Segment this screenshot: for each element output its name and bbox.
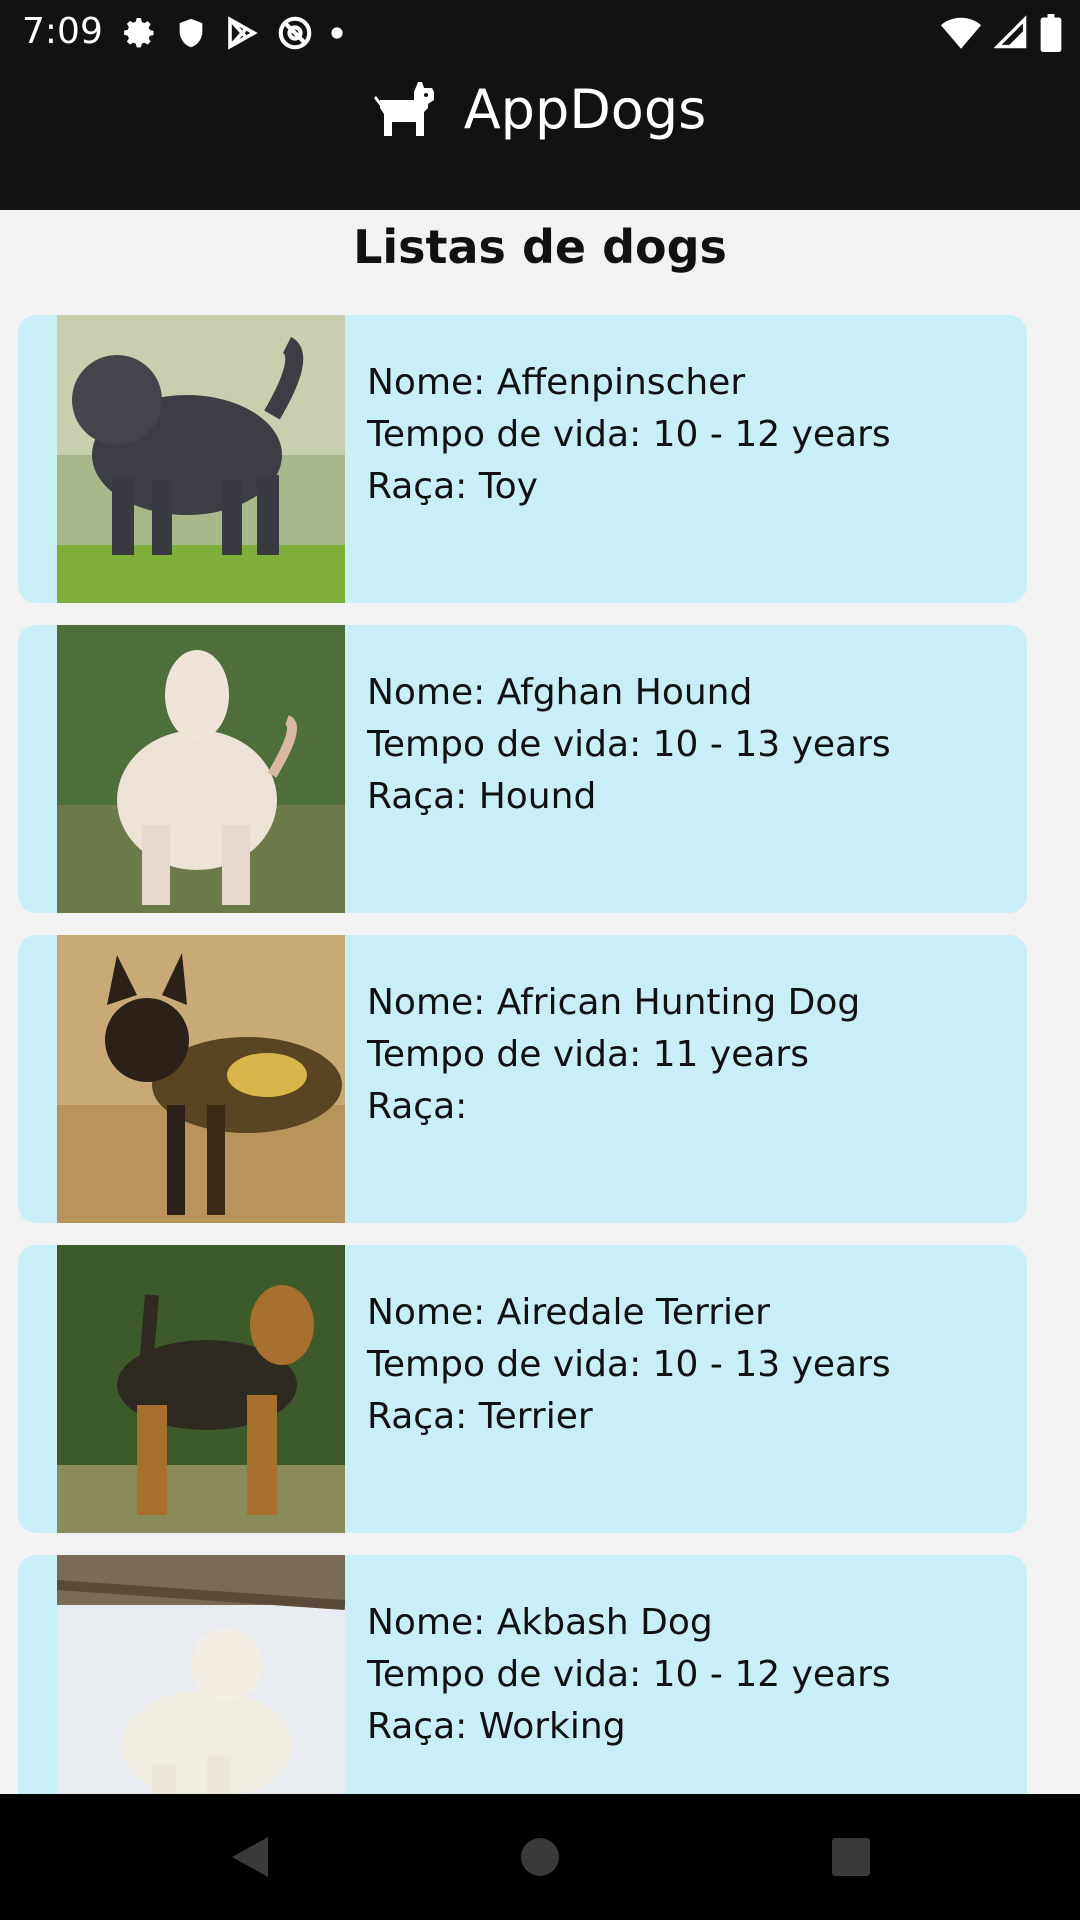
dog-name: Nome: Akbash Dog (367, 1602, 713, 1643)
dog-info: Nome: Afghan Hound Tempo de vida: 10 - 1… (367, 667, 891, 823)
dog-photo (57, 315, 345, 603)
status-icons-right (940, 12, 1062, 54)
dog-life-span: Tempo de vida: 11 years (367, 1034, 809, 1075)
cell-signal-icon (994, 15, 1027, 49)
at-sign-icon (278, 16, 312, 50)
play-store-icon (228, 16, 258, 50)
recents-button[interactable] (823, 1829, 879, 1885)
dog-icon (373, 82, 434, 136)
back-button[interactable] (222, 1829, 278, 1885)
dog-life-span: Tempo de vida: 10 - 13 years (367, 724, 891, 765)
app-title: AppDogs (463, 77, 707, 141)
dog-card[interactable]: Nome: African Hunting Dog Tempo de vida:… (18, 935, 1027, 1223)
dog-info: Nome: African Hunting Dog Tempo de vida:… (367, 977, 860, 1133)
dog-breed-group: Raça: Working (367, 1706, 626, 1747)
dog-breed-group: Raça: Toy (367, 466, 538, 507)
dog-photo (57, 625, 345, 913)
dog-life-span: Tempo de vida: 10 - 12 years (367, 1654, 891, 1695)
dog-card[interactable]: Nome: Airedale Terrier Tempo de vida: 10… (18, 1245, 1027, 1533)
dog-name: Nome: Afghan Hound (367, 672, 753, 713)
dog-photo (57, 935, 345, 1223)
app-bar: AppDogs (0, 66, 1080, 210)
dog-info: Nome: Airedale Terrier Tempo de vida: 10… (367, 1287, 891, 1443)
dog-life-span: Tempo de vida: 10 - 12 years (367, 414, 891, 455)
home-button[interactable] (512, 1829, 568, 1885)
dog-card[interactable]: Nome: Afghan Hound Tempo de vida: 10 - 1… (18, 625, 1027, 913)
app-bar-content: AppDogs (0, 66, 1080, 152)
dot-icon (331, 27, 343, 39)
dog-card[interactable]: Nome: Affenpinscher Tempo de vida: 10 - … (18, 315, 1027, 603)
dog-photo (57, 1245, 345, 1533)
status-time: 7:09 (22, 11, 103, 52)
dog-info: Nome: Akbash Dog Tempo de vida: 10 - 12 … (367, 1597, 891, 1753)
dog-life-span: Tempo de vida: 10 - 13 years (367, 1344, 891, 1385)
home-icon (521, 1838, 559, 1876)
status-bar: 7:09 (0, 0, 1080, 66)
dog-info: Nome: Affenpinscher Tempo de vida: 10 - … (367, 357, 891, 513)
dog-name: Nome: Affenpinscher (367, 362, 746, 403)
recents-icon (832, 1838, 870, 1876)
battery-icon (1040, 14, 1062, 52)
dog-name: Nome: African Hunting Dog (367, 982, 861, 1023)
back-icon (232, 1837, 268, 1877)
navigation-bar (0, 1794, 1080, 1920)
dog-breed-group: Raça: Terrier (367, 1396, 593, 1437)
wifi-icon (940, 17, 982, 49)
shield-icon (179, 18, 203, 48)
dog-name: Nome: Airedale Terrier (367, 1292, 770, 1333)
gear-icon (124, 18, 154, 48)
dog-breed-group: Raça: (367, 1086, 468, 1127)
dog-list[interactable]: Nome: Affenpinscher Tempo de vida: 10 - … (18, 315, 1027, 1865)
page-title: Listas de dogs (353, 220, 727, 274)
dog-breed-group: Raça: Hound (367, 776, 597, 817)
status-icons-left (122, 12, 344, 54)
